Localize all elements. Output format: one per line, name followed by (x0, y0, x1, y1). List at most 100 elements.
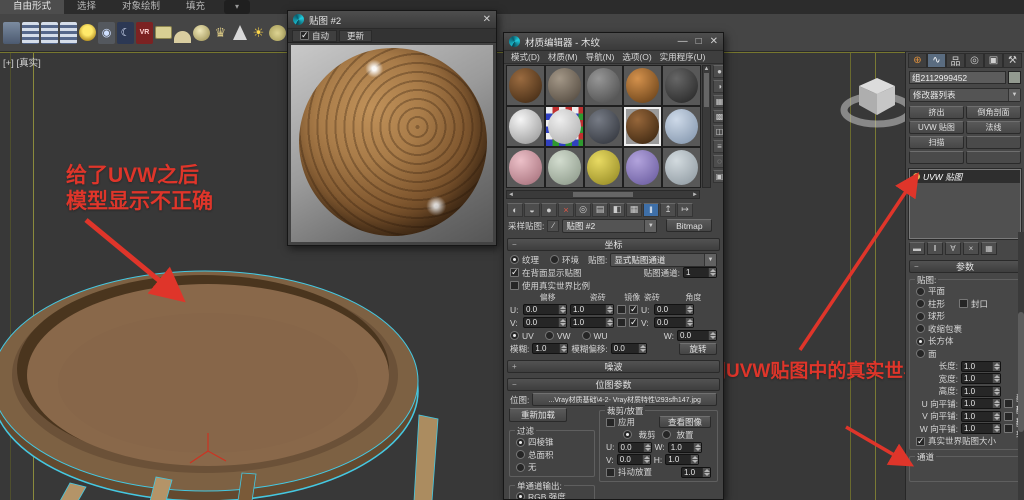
view-image-button[interactable]: 查看图像 (659, 416, 711, 428)
height-spinner[interactable]: 1.0 (961, 386, 1001, 397)
sample-uv-tiling-icon[interactable]: ▩ (713, 110, 724, 123)
material-name-dropdown[interactable]: 贴图 #2 ▼ (562, 219, 657, 233)
reload-button[interactable]: 重新加载 (509, 408, 567, 422)
u-mirror-checkbox[interactable] (617, 305, 626, 314)
modifier-stack[interactable]: UVW 贴图 (909, 169, 1021, 239)
window-icon[interactable] (3, 22, 20, 44)
material-sample-slot[interactable] (584, 65, 623, 106)
backlight-icon[interactable]: ◑ (713, 80, 724, 93)
light-lister-icon[interactable] (41, 22, 58, 44)
viewcube[interactable] (844, 78, 905, 124)
modifier-button[interactable]: 倒角剖面 (966, 106, 1021, 119)
bitmap-parameters-rollout-header[interactable]: − 位图参数 (507, 378, 720, 391)
table-leg[interactable] (60, 483, 86, 500)
menu-item-1[interactable]: 材质(M) (545, 51, 581, 63)
modifier-list-dropdown[interactable]: 修改器列表 ▼ (909, 88, 1021, 102)
plane-light-icon[interactable] (155, 26, 172, 39)
material-id-channel-icon[interactable]: ◧ (609, 203, 625, 217)
v-tile-checkbox[interactable] (629, 318, 638, 327)
w-angle-spinner[interactable]: 0.0 (677, 330, 717, 341)
material-sample-slot[interactable] (545, 65, 584, 106)
moon-icon[interactable]: ☾ (117, 22, 134, 44)
material-map-navigator-icon[interactable]: ▣ (713, 170, 724, 183)
modifier-on-bulb-icon[interactable] (913, 173, 920, 180)
apply-checkbox[interactable] (606, 418, 615, 427)
real-world-map-size-checkbox[interactable] (916, 437, 925, 446)
v-tiling-spinner[interactable]: 1.0 (570, 317, 614, 328)
vw-radio[interactable] (545, 331, 554, 340)
environment-radio[interactable] (550, 255, 559, 264)
panel-scrollbar[interactable] (1018, 232, 1024, 500)
modifier-button[interactable]: UVW 贴图 (909, 121, 964, 134)
spinner-arrows[interactable] (992, 362, 1000, 371)
ribbon-tab[interactable]: 填充 (173, 0, 218, 14)
sample-type-icon[interactable]: ● (713, 65, 724, 78)
make-unique-icon[interactable]: ∀ (945, 242, 961, 255)
material-sample-slot[interactable] (545, 106, 584, 147)
jitter-spinner[interactable]: 1.0 (681, 467, 711, 478)
auto-checkbox[interactable] (300, 31, 309, 40)
material-sample-slot[interactable] (623, 65, 662, 106)
reset-map-icon[interactable]: × (558, 203, 574, 217)
u-tiling-spinner[interactable]: 1.0 (570, 304, 614, 315)
lightbulb-icon[interactable] (79, 24, 96, 41)
rgb-intensity-radio[interactable] (516, 492, 525, 500)
v-mirror-checkbox[interactable] (617, 318, 626, 327)
crop-w-spinner[interactable]: 1.0 (668, 442, 702, 453)
scrollbar-thumb[interactable] (704, 73, 709, 107)
scrollbar-thumb[interactable] (1018, 312, 1024, 432)
blur-offset-spinner[interactable]: 0.0 (611, 343, 647, 354)
material-sample-slot[interactable] (506, 65, 545, 106)
material-type-button[interactable]: Bitmap (666, 219, 712, 232)
modifier-button-empty[interactable] (966, 151, 1021, 164)
spinner-arrows[interactable] (992, 412, 1000, 421)
uv-radio[interactable] (510, 331, 519, 340)
ribbon-tab[interactable]: 选择 (64, 0, 109, 14)
map-channel-spinner[interactable]: 1 (683, 267, 717, 278)
go-forward-to-sibling-icon[interactable]: ↦ (677, 203, 693, 217)
jitter-placement-checkbox[interactable] (606, 468, 615, 477)
menu-item-4[interactable]: 实用程序(U) (657, 51, 709, 63)
summed-area-radio[interactable] (516, 450, 525, 459)
vray-icon[interactable]: VR (136, 22, 153, 44)
sun-icon[interactable]: ☀ (250, 22, 267, 44)
material-sample-slot[interactable] (506, 106, 545, 147)
modifier-button-empty[interactable] (966, 136, 1021, 149)
put-to-library-icon[interactable]: ▤ (592, 203, 608, 217)
pin-stack-icon[interactable]: ▬ (909, 242, 925, 255)
spinner-arrows[interactable] (992, 424, 1000, 433)
auto-update-toggle[interactable]: 自动 (292, 30, 337, 42)
cap-checkbox[interactable] (959, 299, 968, 308)
get-material-icon[interactable]: ◐ (507, 203, 523, 217)
material-sample-slot[interactable] (662, 106, 701, 147)
scroll-left-icon[interactable]: ◄ (508, 192, 514, 198)
texture-radio[interactable] (510, 255, 519, 264)
table-model[interactable] (0, 271, 418, 500)
dome-light-icon[interactable] (174, 31, 191, 43)
material-sample-slot[interactable] (623, 106, 662, 147)
scroll-right-icon[interactable]: ► (692, 192, 698, 198)
material-sample-slot[interactable] (623, 147, 662, 188)
v-tile-flip-checkbox[interactable] (1004, 412, 1013, 421)
material-sample-slot[interactable] (506, 147, 545, 188)
mapping-radio[interactable] (916, 287, 925, 296)
tab-display[interactable]: ▣ (984, 53, 1003, 68)
tab-hierarchy[interactable]: 品 (946, 53, 965, 68)
w-tile-spinner[interactable]: 1.0 (961, 423, 1001, 434)
spinner-arrows[interactable] (992, 374, 1000, 383)
menu-item-0[interactable]: 模式(D) (508, 51, 543, 63)
cone-light-icon[interactable] (231, 22, 248, 44)
menu-item-2[interactable]: 导航(N) (583, 51, 618, 63)
mapping-radio[interactable] (916, 299, 925, 308)
tab-utilities[interactable]: ⚒ (1003, 53, 1022, 68)
crop-h-spinner[interactable]: 1.0 (665, 454, 699, 465)
modifier-button[interactable]: 扫描 (909, 136, 964, 149)
remove-modifier-icon[interactable]: × (963, 242, 979, 255)
options-icon[interactable]: ≡ (713, 140, 724, 153)
close-icon[interactable]: ✕ (710, 36, 718, 47)
video-color-check-icon[interactable]: ◫ (713, 125, 724, 138)
use-real-world-scale-checkbox[interactable] (510, 281, 519, 290)
ribbon-minimize-icon[interactable]: ▾ (224, 0, 250, 14)
crop-v-spinner[interactable]: 0.0 (617, 454, 651, 465)
go-to-parent-icon[interactable]: ↥ (660, 203, 676, 217)
